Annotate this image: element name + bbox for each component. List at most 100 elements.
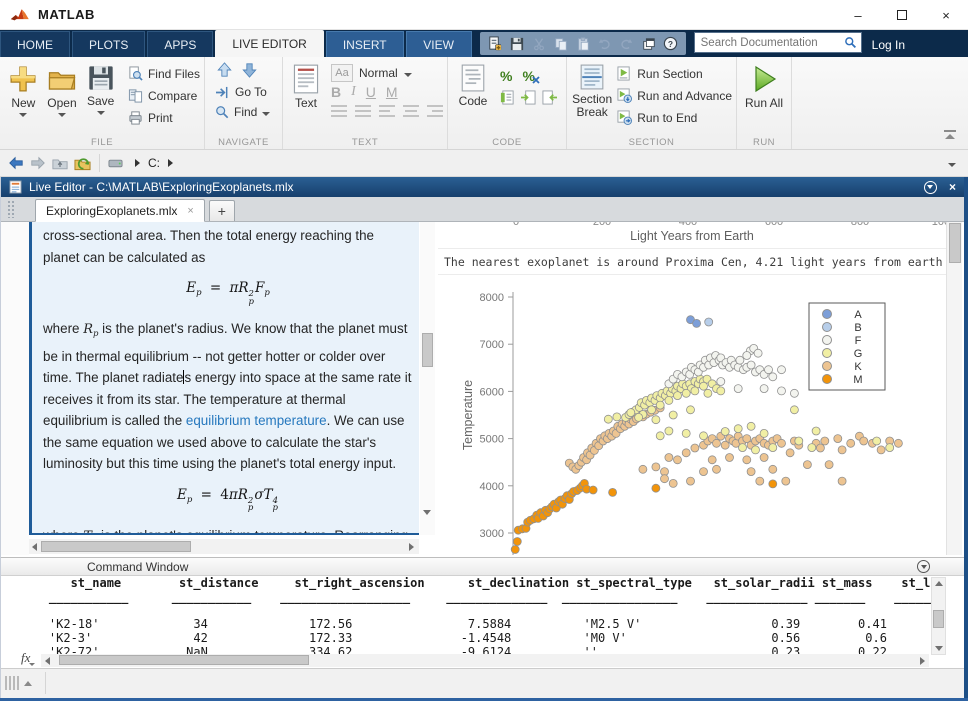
editor-hscroll-thumb[interactable] (41, 541, 191, 552)
indent-right-icon[interactable] (521, 90, 536, 105)
italic-button[interactable]: I (351, 84, 356, 100)
new-button[interactable]: New (4, 60, 43, 135)
run-to-end-button[interactable]: Run to End (617, 110, 732, 125)
tab-live-editor[interactable]: LIVE EDITOR (215, 30, 323, 57)
editor-horizontal-scrollbar[interactable] (29, 539, 419, 554)
scroll-right-icon[interactable] (409, 543, 414, 551)
scroll-left-icon[interactable] (45, 657, 50, 665)
document-vertical-scrollbar[interactable] (946, 222, 962, 555)
up-folder-icon[interactable] (50, 153, 70, 173)
status-gripper[interactable] (5, 676, 35, 690)
minimize-button[interactable]: – (836, 0, 880, 30)
run-section-button[interactable]: Run Section (617, 66, 732, 81)
bulleted-list-icon[interactable] (331, 105, 347, 117)
command-vertical-scrollbar[interactable] (931, 577, 946, 655)
command-window-title: Command Window (87, 560, 188, 574)
uncomment-icon[interactable]: % (522, 68, 534, 84)
command-window-header[interactable]: Command Window (1, 558, 964, 576)
open-button[interactable]: Open (43, 60, 82, 135)
align-right-icon[interactable] (427, 105, 443, 117)
save-icon[interactable] (506, 34, 528, 54)
save-button[interactable]: Save (81, 60, 120, 135)
tab-home[interactable]: HOME (0, 31, 70, 57)
text-group-label: TEXT (283, 137, 447, 148)
command-horizontal-scrollbar[interactable] (41, 654, 929, 667)
breadcrumb-arrow-icon[interactable] (135, 159, 140, 167)
find-button[interactable]: Find (215, 102, 278, 122)
go-up-icon[interactable] (217, 62, 232, 78)
scroll-down-icon[interactable] (423, 510, 431, 515)
save-dropdown-arrow[interactable] (97, 111, 105, 115)
command-vscroll-thumb[interactable] (933, 610, 944, 628)
live-editor-document[interactable]: cross-sectional area. Then the total ene… (29, 222, 419, 535)
cut-icon[interactable] (528, 34, 550, 54)
hyperlink[interactable]: equilibrium temperature (186, 413, 327, 428)
find-files-button[interactable]: Find Files (128, 66, 200, 81)
browse-folder-icon[interactable] (72, 153, 92, 173)
document-vscroll-thumb[interactable] (949, 223, 961, 263)
tab-view[interactable]: VIEW (406, 31, 472, 57)
compare-button[interactable]: Compare (128, 88, 200, 103)
navigate-group-label: NAVIGATE (205, 137, 282, 148)
collapse-ribbon-icon[interactable] (944, 130, 956, 139)
text-button[interactable]: Text (287, 60, 325, 135)
comment-icon[interactable]: % (500, 68, 512, 84)
align-center-icon[interactable] (403, 105, 419, 117)
tab-close-icon[interactable]: × (187, 205, 193, 217)
address-dropdown-arrow[interactable] (948, 163, 956, 167)
search-documentation-box[interactable] (694, 32, 862, 53)
indent-left-icon[interactable] (542, 90, 557, 105)
scroll-right-icon[interactable] (920, 657, 925, 665)
go-to-button[interactable]: Go To (215, 82, 278, 102)
breadcrumb-drive[interactable]: C: (148, 156, 160, 170)
command-window-menu-icon[interactable] (917, 560, 930, 573)
tab-plots[interactable]: PLOTS (72, 31, 145, 57)
run-all-button[interactable]: Run All (741, 60, 787, 135)
monospace-button[interactable]: M (386, 84, 398, 100)
editor-vertical-scrollbar[interactable] (420, 222, 435, 535)
open-dropdown-arrow[interactable] (58, 113, 66, 117)
new-tab-button[interactable]: + (209, 200, 235, 221)
breadcrumb-arrow-icon[interactable] (168, 159, 173, 167)
run-and-advance-button[interactable]: Run and Advance (617, 88, 732, 103)
underline-button[interactable]: U (366, 84, 376, 100)
dock-windows-icon[interactable] (638, 34, 660, 54)
window-actions-icon[interactable] (924, 181, 937, 194)
log-in-button[interactable]: Log In (872, 32, 905, 57)
output-pane: 02004006008001000 Light Years from Earth… (438, 222, 946, 555)
print-button[interactable]: Print (128, 110, 200, 125)
document-tab-label: ExploringExoplanets.mlx (46, 204, 177, 218)
smart-indent-icon[interactable] (500, 90, 515, 105)
help-icon[interactable]: ? (660, 34, 682, 54)
tabstrip-gripper[interactable] (7, 200, 15, 218)
style-dropdown-arrow[interactable] (404, 73, 412, 77)
search-input[interactable] (699, 36, 844, 50)
live-editor-close-icon[interactable]: × (949, 180, 956, 194)
paste-icon[interactable] (572, 34, 594, 54)
scroll-left-icon[interactable] (32, 543, 37, 551)
tab-insert[interactable]: INSERT (326, 31, 404, 57)
numbered-list-icon[interactable] (355, 105, 371, 117)
section-break-button[interactable]: Section Break (571, 60, 613, 135)
scroll-down-icon[interactable] (935, 646, 943, 651)
command-hscroll-thumb[interactable] (59, 655, 309, 665)
go-down-icon[interactable] (242, 62, 257, 78)
align-left-icon[interactable] (379, 105, 395, 117)
scroll-up-icon[interactable] (935, 581, 943, 586)
forward-icon[interactable] (28, 153, 48, 173)
tab-apps[interactable]: APPS (147, 31, 213, 57)
code-button[interactable]: Code (452, 60, 494, 135)
document-tab[interactable]: ExploringExoplanets.mlx × (35, 199, 205, 222)
back-icon[interactable] (6, 153, 26, 173)
redo-icon[interactable] (616, 34, 638, 54)
find-dropdown-arrow[interactable] (262, 112, 270, 116)
bold-button[interactable]: B (331, 84, 341, 100)
new-dropdown-arrow[interactable] (19, 113, 27, 117)
new-script-icon[interactable] (484, 34, 506, 54)
editor-vscroll-thumb[interactable] (422, 333, 433, 367)
undo-icon[interactable] (594, 34, 616, 54)
copy-icon[interactable] (550, 34, 572, 54)
maximize-button[interactable] (880, 0, 924, 30)
close-button[interactable]: × (924, 0, 968, 30)
command-window-output[interactable]: st_name st_distance st_right_ascension s… (1, 577, 942, 655)
